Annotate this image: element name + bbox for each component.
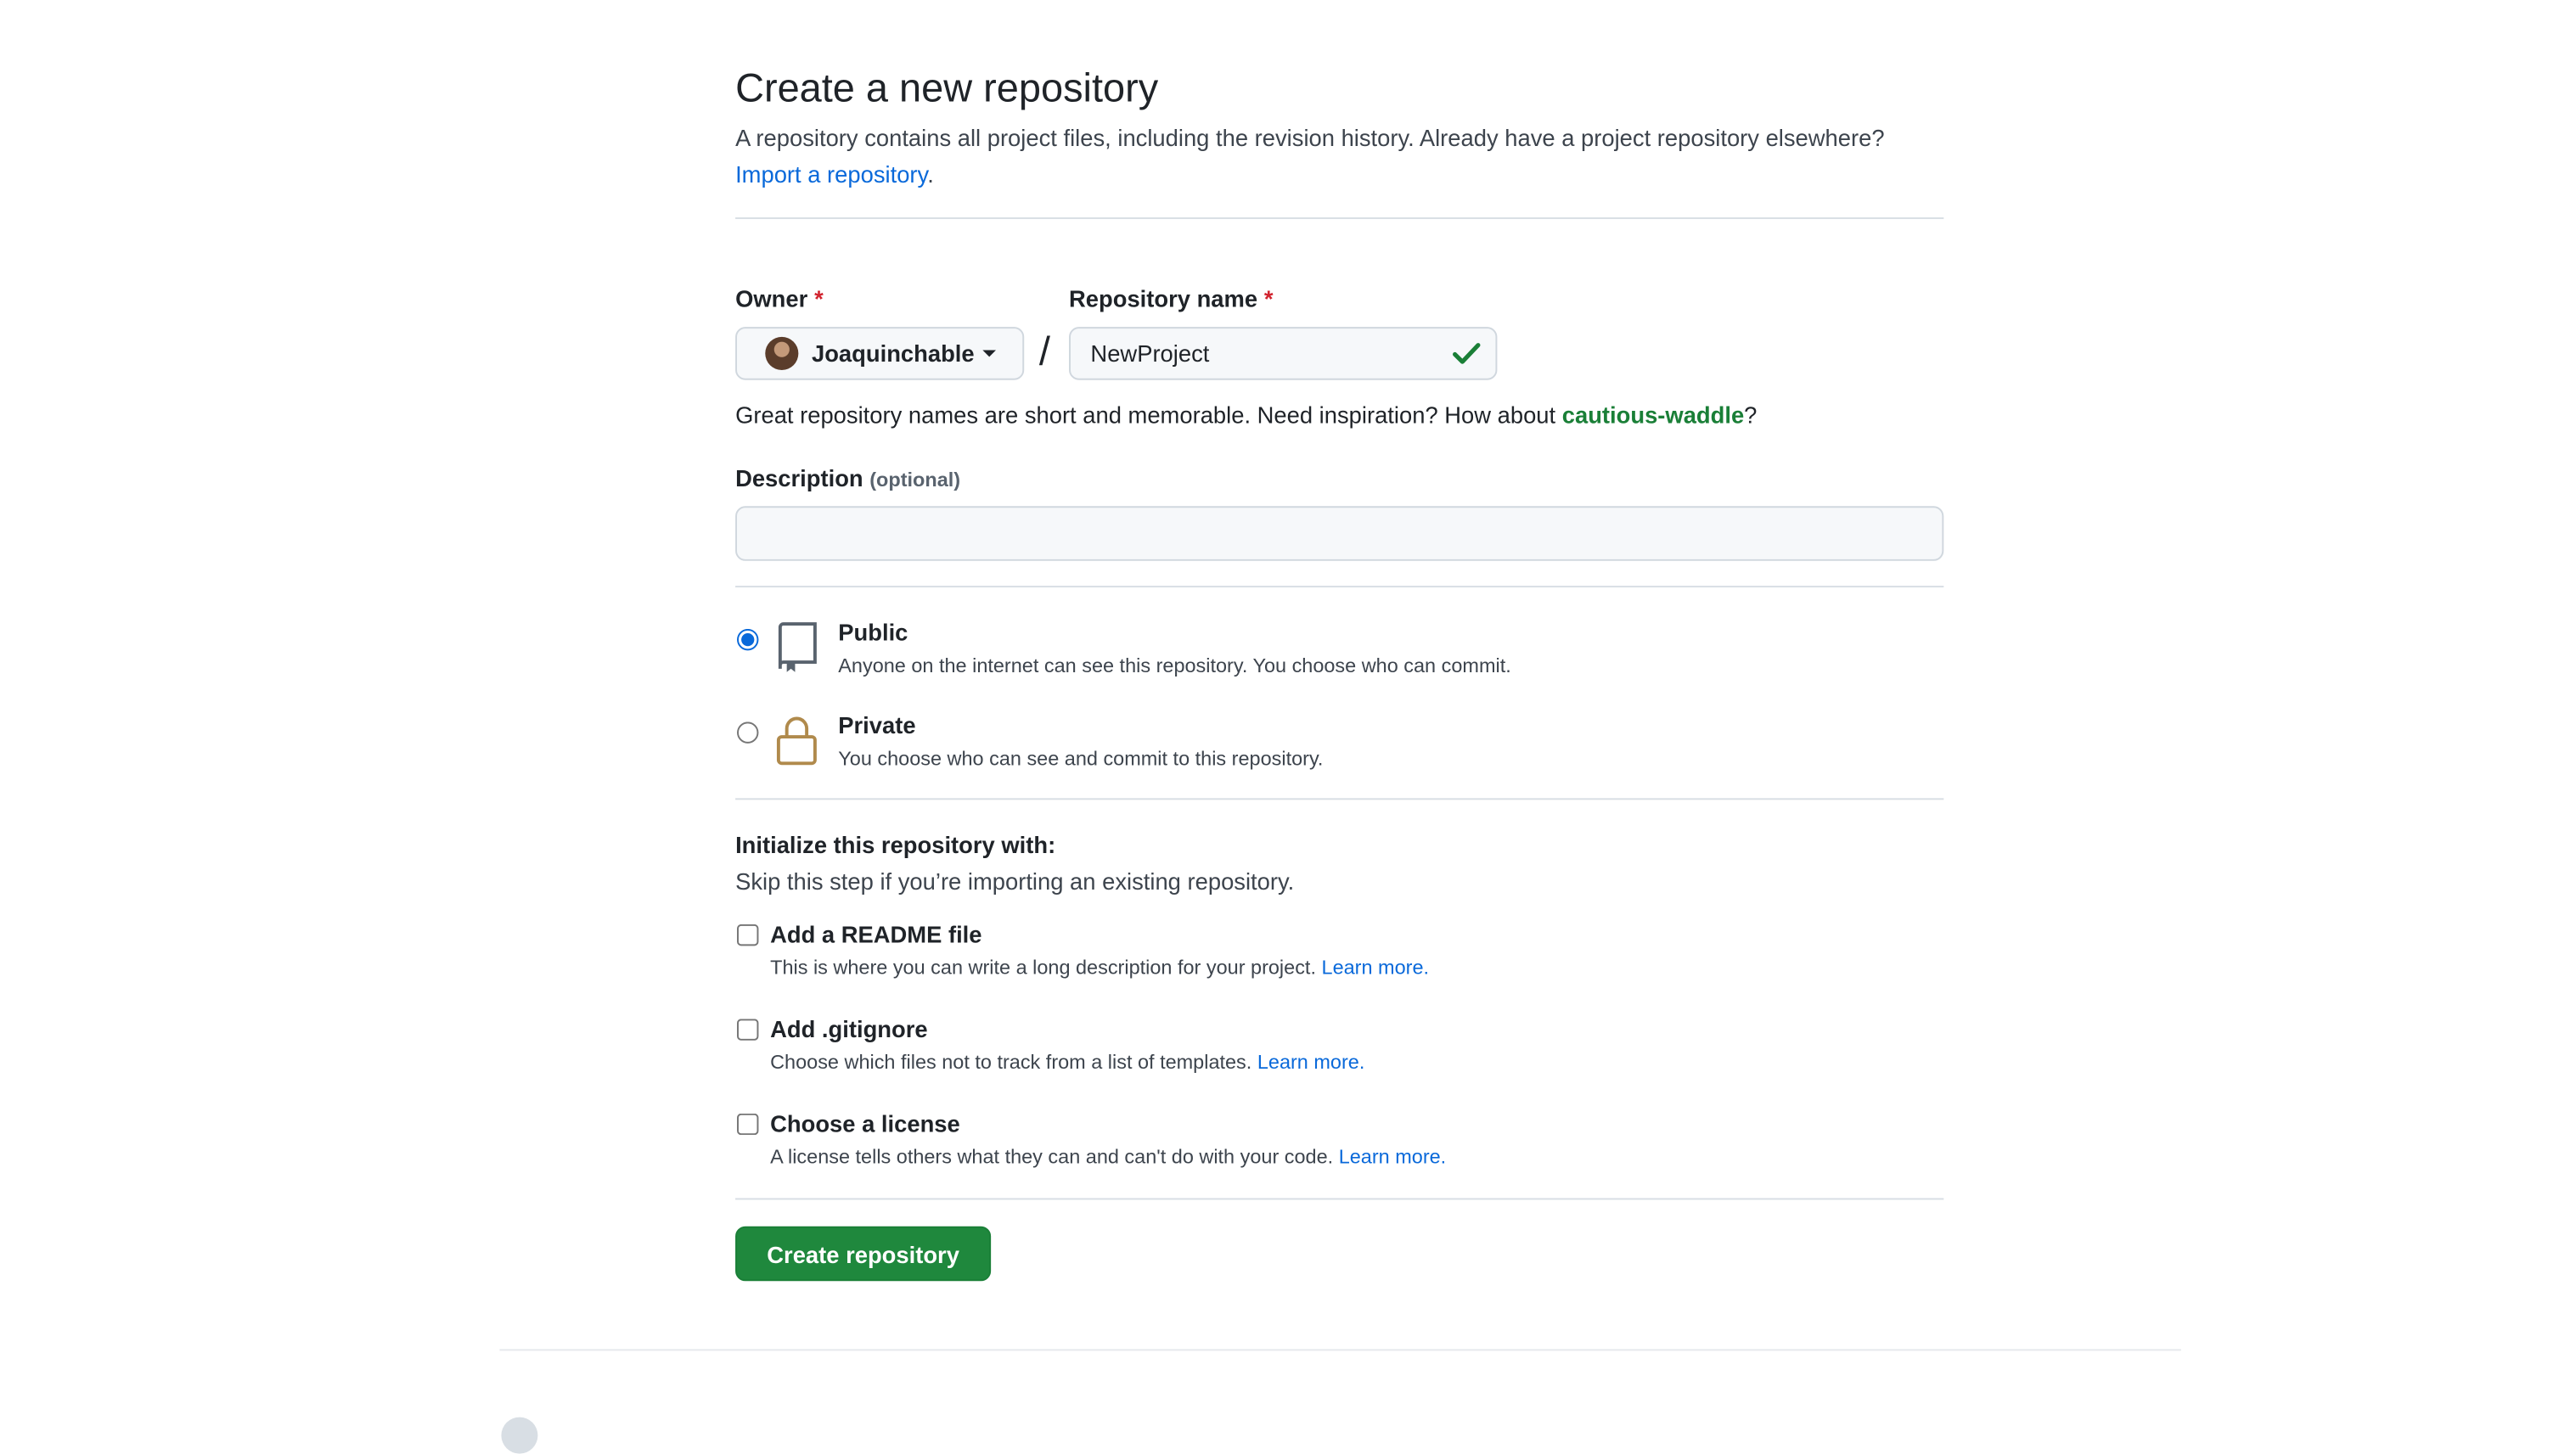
- readme-title: Add a README file: [770, 921, 982, 948]
- import-repository-link[interactable]: Import a repository: [735, 161, 927, 188]
- license-checkbox[interactable]: [737, 1113, 759, 1136]
- intro-end: .: [927, 160, 934, 188]
- gitignore-title: Add .gitignore: [770, 1015, 928, 1042]
- license-title: Choose a license: [770, 1109, 960, 1137]
- footer-divider: [499, 1349, 2181, 1351]
- gitignore-learn-more-link[interactable]: Learn more.: [1257, 1051, 1364, 1074]
- repository-name-label-text: Repository name: [1069, 285, 1258, 312]
- page-title: Create a new repository: [735, 66, 1159, 111]
- footer-logo-icon: [501, 1417, 538, 1454]
- license-desc-text: A license tells others what they can and…: [770, 1144, 1334, 1169]
- required-mark: *: [1263, 285, 1274, 312]
- gitignore-description: Choose which files not to track from a l…: [770, 1051, 1364, 1074]
- repo-icon: [778, 622, 817, 672]
- owner-dropdown[interactable]: Joaquinchable: [735, 327, 1025, 380]
- intro-text: A repository contains all project files,…: [735, 124, 1885, 151]
- caret-down-icon: [982, 350, 997, 357]
- owner-name: Joaquinchable: [811, 340, 975, 368]
- readme-learn-more-link[interactable]: Learn more.: [1322, 956, 1429, 979]
- readme-desc-text: This is where you can write a long descr…: [770, 956, 1316, 980]
- description-label: Description (optional): [735, 464, 960, 491]
- readme-checkbox[interactable]: [737, 923, 759, 946]
- optional-label: (optional): [869, 468, 961, 491]
- repository-name-hint: Great repository names are short and mem…: [735, 401, 1757, 428]
- divider: [735, 798, 1944, 800]
- initialize-heading: Initialize this repository with:: [735, 831, 1056, 858]
- public-description: Anyone on the internet can see this repo…: [838, 654, 1511, 677]
- private-title: Private: [838, 711, 916, 738]
- license-description: A license tells others what they can and…: [770, 1145, 1446, 1168]
- owner-repo-separator: /: [1038, 330, 1050, 375]
- lock-icon: [776, 716, 817, 766]
- divider: [735, 1198, 1944, 1200]
- divider: [735, 217, 1944, 220]
- required-mark: *: [814, 285, 824, 312]
- public-radio[interactable]: [737, 628, 759, 651]
- private-description: You choose who can see and commit to thi…: [838, 746, 1324, 771]
- new-repository-page: Create a new repository A repository con…: [0, 0, 2576, 1454]
- initialize-subheading: Skip this step if you’re importing an ex…: [735, 867, 1295, 895]
- gitignore-desc-text: Choose which files not to track from a l…: [770, 1050, 1252, 1074]
- license-learn-more-link[interactable]: Learn more.: [1339, 1145, 1446, 1168]
- public-title: Public: [838, 619, 908, 646]
- page-intro: A repository contains all project files,…: [735, 120, 1931, 193]
- repository-name-label: Repository name *: [1069, 285, 1274, 312]
- description-label-text: Description: [735, 464, 863, 491]
- owner-label: Owner *: [735, 285, 824, 312]
- owner-label-text: Owner: [735, 285, 808, 312]
- readme-description: This is where you can write a long descr…: [770, 956, 1429, 979]
- avatar: [765, 336, 799, 370]
- divider: [735, 586, 1944, 588]
- hint-end: ?: [1744, 401, 1758, 429]
- name-suggestion[interactable]: cautious-waddle: [1562, 401, 1744, 428]
- check-icon: [1453, 343, 1481, 364]
- description-input[interactable]: [735, 506, 1944, 561]
- repository-name-input[interactable]: [1069, 327, 1498, 380]
- hint-text: Great repository names are short and mem…: [735, 401, 1556, 429]
- gitignore-checkbox[interactable]: [737, 1019, 759, 1041]
- private-radio[interactable]: [737, 721, 759, 744]
- create-repository-button[interactable]: Create repository: [735, 1226, 992, 1282]
